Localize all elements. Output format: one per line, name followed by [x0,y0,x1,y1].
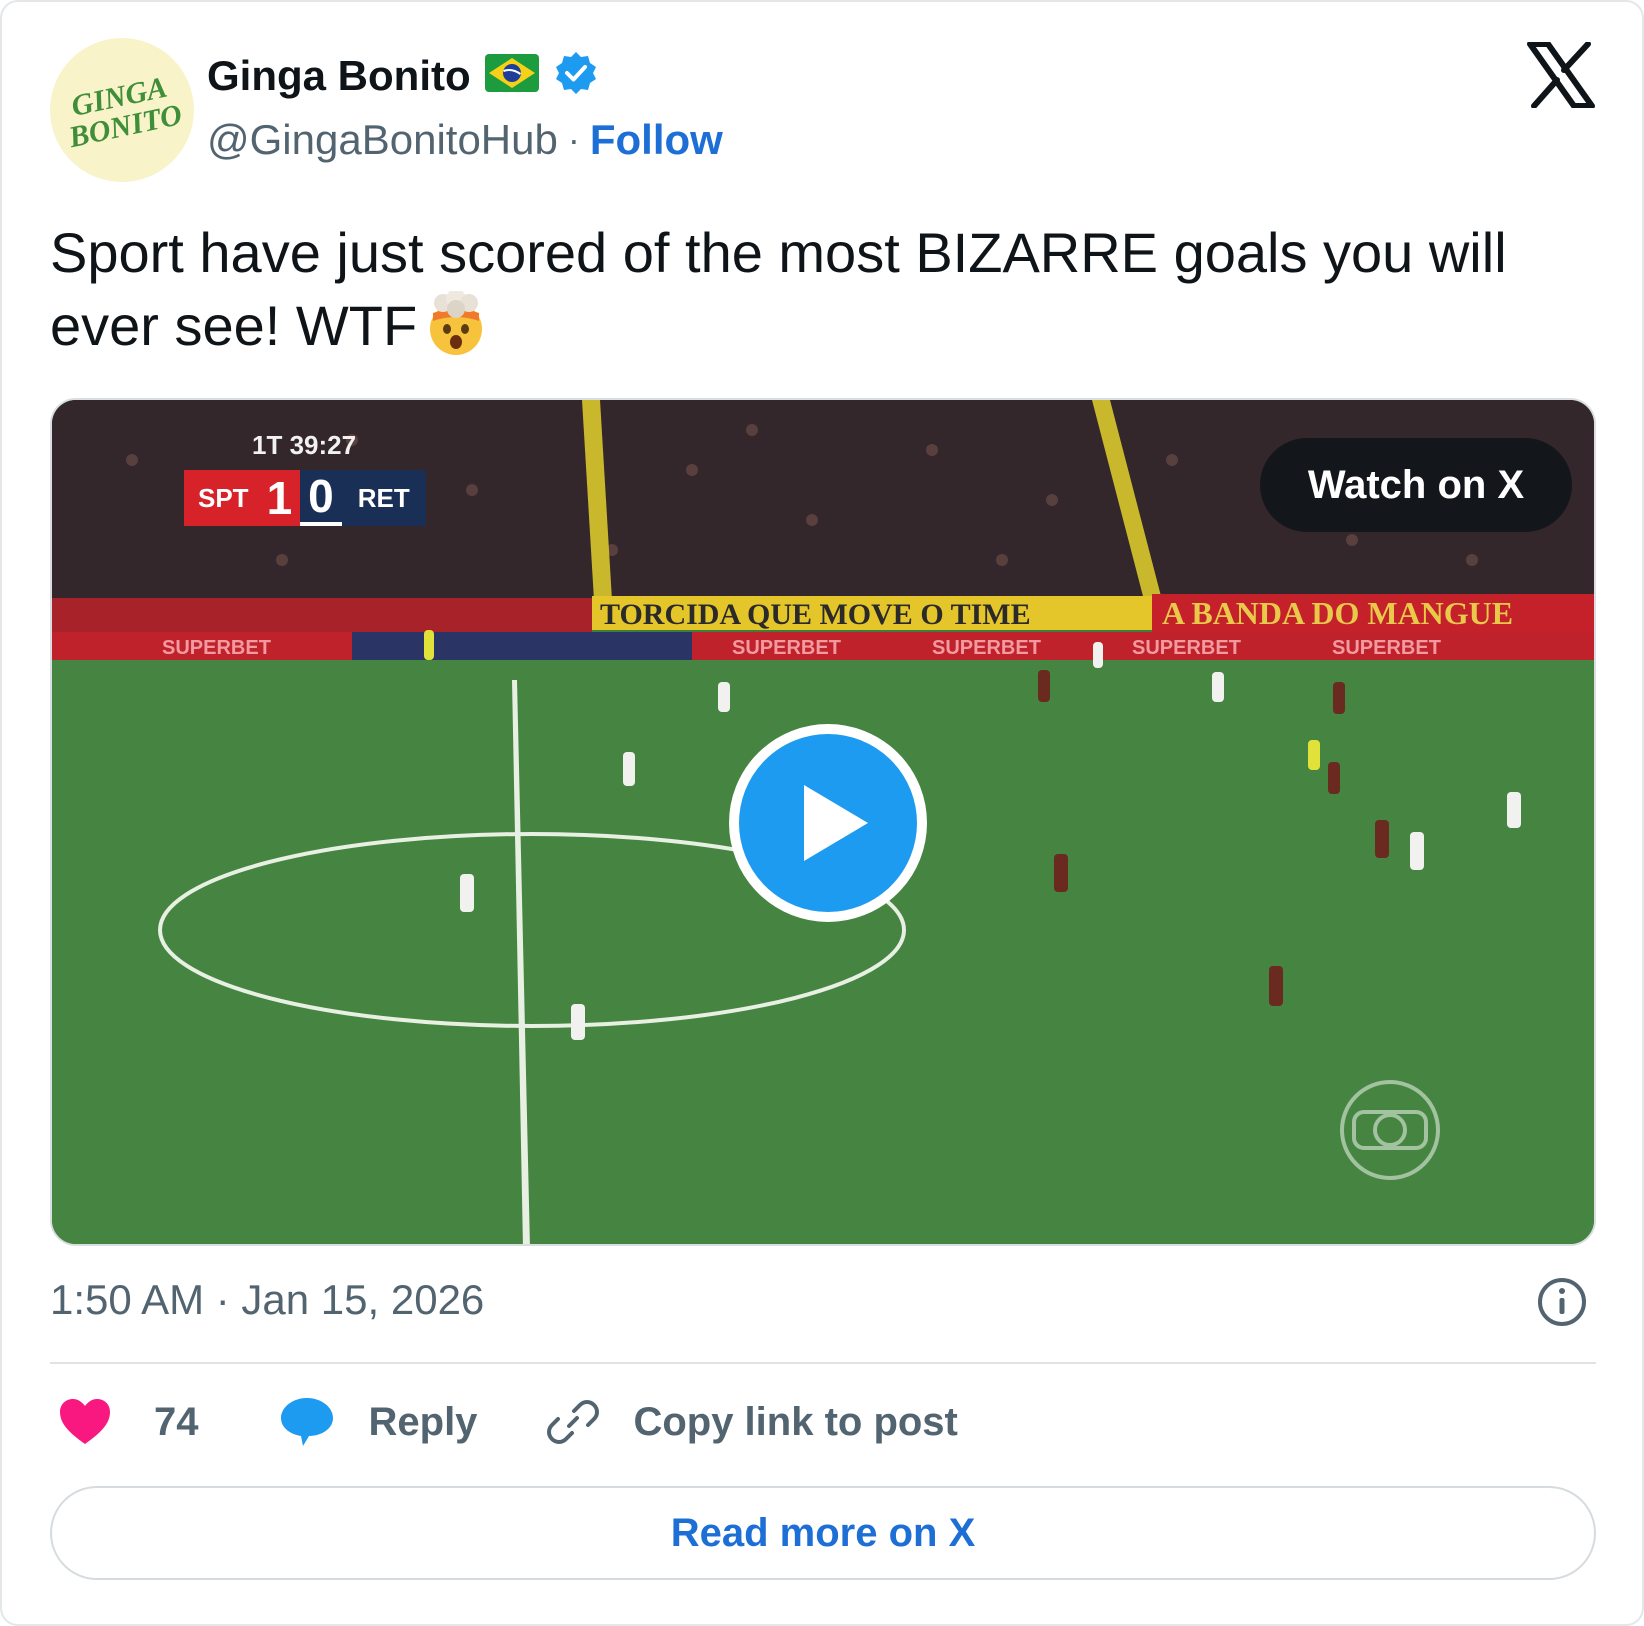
divider [50,1362,1596,1364]
author-name[interactable]: Ginga Bonito [207,52,471,100]
play-icon[interactable] [728,723,928,923]
follow-button[interactable]: Follow [590,116,723,164]
link-icon [547,1400,600,1444]
heart-icon [60,1399,110,1444]
post-text-content: Sport have just scored of the most BIZAR… [50,221,1507,357]
brazil-flag-icon [484,54,539,97]
video-player[interactable]: TORCIDA QUE MOVE O TIME A BANDA DO MANGU… [50,398,1596,1246]
author-handle-row: @GingaBonitoHub · Follow [207,116,723,164]
post-text: Sport have just scored of the most BIZAR… [50,216,1610,374]
sponsor-board-4: SUPERBET [1132,637,1241,659]
scoreboard: SPT 1 0 RET [184,470,426,526]
away-score: 0 [300,470,342,526]
watch-on-x-button[interactable]: Watch on X [1260,438,1572,532]
reply-button[interactable]: Reply [279,1396,478,1448]
separator-dot: · [567,119,580,160]
verified-badge-icon [553,50,599,101]
reply-bubble-icon [280,1398,333,1446]
reply-label: Reply [368,1399,478,1444]
post-timestamp[interactable]: 1:50 AM · Jan 15, 2026 [50,1276,484,1324]
author-handle[interactable]: @GingaBonitoHub [207,116,558,164]
sponsor-board-5: SUPERBET [1332,637,1441,659]
away-team-label: RET [341,470,426,526]
embedded-post-card: GINGA BONITO Ginga Bonito @GingaBonitoHu… [0,0,1644,1626]
ginga-bonito-logo-icon: GINGA BONITO [65,71,185,155]
copy-link-label: Copy link to post [633,1399,958,1444]
post-actions: 74 Reply Copy link to post [58,1392,958,1452]
x-logo-icon[interactable] [1526,42,1596,108]
stadium-banner-text-2: A BANDA DO MANGUE [1162,595,1513,631]
info-icon[interactable] [1536,1276,1588,1328]
stadium-banner-text: TORCIDA QUE MOVE O TIME [600,598,1031,631]
home-score: 1 [262,470,301,526]
like-button[interactable]: 74 [58,1398,199,1446]
sponsor-board-1: SUPERBET [162,637,271,659]
avatar[interactable]: GINGA BONITO [50,38,194,182]
sponsor-board-2: SUPERBET [732,637,841,659]
exploding-head-emoji-icon [423,289,489,374]
match-clock: 1T 39:27 [252,430,357,460]
home-team-label: SPT [184,470,263,526]
sponsor-board-3: SUPERBET [932,637,1041,659]
read-more-button[interactable]: Read more on X [50,1486,1596,1580]
copy-link-button[interactable]: Copy link to post [547,1396,958,1448]
author-name-row: Ginga Bonito [207,50,599,101]
like-count: 74 [154,1399,199,1444]
